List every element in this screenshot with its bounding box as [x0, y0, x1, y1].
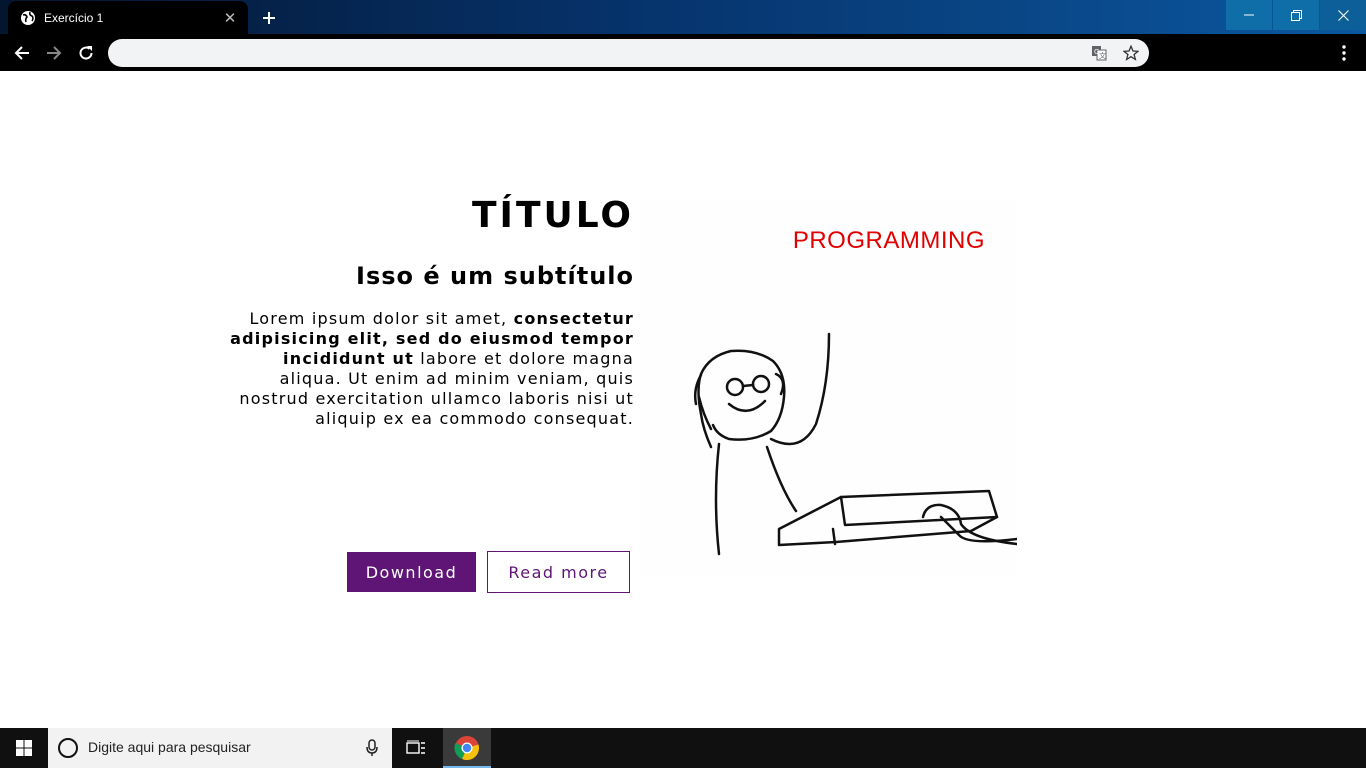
window-controls: [1226, 0, 1366, 30]
forward-button[interactable]: [39, 38, 69, 68]
task-view-button[interactable]: [393, 728, 439, 768]
tab-strip: Exercício 1 ✕: [0, 0, 1366, 34]
back-arrow-icon: [14, 46, 29, 60]
programming-illustration: PROGRAMMING: [641, 199, 1017, 575]
new-tab-button[interactable]: [256, 5, 282, 31]
windows-logo-icon: [16, 740, 32, 756]
body-paragraph: Lorem ipsum dolor sit amet, consectetur …: [225, 309, 634, 429]
chrome-icon: [454, 736, 479, 761]
task-view-icon: [406, 740, 425, 754]
browser-menu-button[interactable]: [1333, 38, 1355, 68]
plus-icon: [263, 12, 275, 24]
restore-button[interactable]: [1273, 0, 1319, 30]
minimize-icon: [1244, 14, 1254, 16]
page-title: TÍTULO: [472, 195, 634, 236]
reload-button[interactable]: [71, 38, 101, 68]
star-icon[interactable]: [1122, 44, 1140, 62]
svg-text:文: 文: [1099, 51, 1106, 60]
chrome-taskbar-button[interactable]: [443, 728, 491, 768]
close-icon: [1337, 9, 1349, 21]
start-button[interactable]: [0, 728, 48, 768]
forward-arrow-icon: [47, 46, 62, 60]
stick-figure-drawing: [693, 332, 1017, 556]
download-button[interactable]: Download: [347, 552, 476, 592]
browser-tab[interactable]: Exercício 1 ✕: [8, 1, 248, 34]
close-tab-icon[interactable]: ✕: [222, 9, 238, 27]
cortana-icon: [58, 738, 78, 758]
taskbar-search-box[interactable]: Digite aqui para pesquisar: [48, 728, 392, 768]
kebab-menu-icon: [1342, 45, 1346, 61]
text-column: TÍTULO Isso é um subtítulo Lorem ipsum d…: [225, 191, 634, 429]
address-bar[interactable]: G文: [108, 39, 1149, 67]
windows-taskbar: Digite aqui para pesquisar: [0, 728, 1366, 768]
back-button[interactable]: [7, 38, 37, 68]
close-window-button[interactable]: [1320, 0, 1366, 30]
search-placeholder: Digite aqui para pesquisar: [88, 739, 251, 755]
minimize-button[interactable]: [1226, 0, 1272, 30]
tab-title: Exercício 1: [44, 10, 104, 25]
browser-toolbar: G文: [0, 34, 1366, 71]
address-input[interactable]: [122, 43, 1082, 63]
microphone-icon[interactable]: [362, 738, 382, 758]
globe-icon: [20, 10, 36, 26]
page-content: TÍTULO Isso é um subtítulo Lorem ipsum d…: [0, 71, 1366, 728]
page-subtitle: Isso é um subtítulo: [356, 262, 634, 290]
translate-icon[interactable]: G文: [1090, 44, 1108, 62]
restore-icon: [1290, 9, 1302, 21]
read-more-button[interactable]: Read more: [487, 551, 630, 593]
reload-icon: [79, 46, 93, 60]
paragraph-text-1: Lorem ipsum dolor sit amet,: [249, 309, 514, 328]
